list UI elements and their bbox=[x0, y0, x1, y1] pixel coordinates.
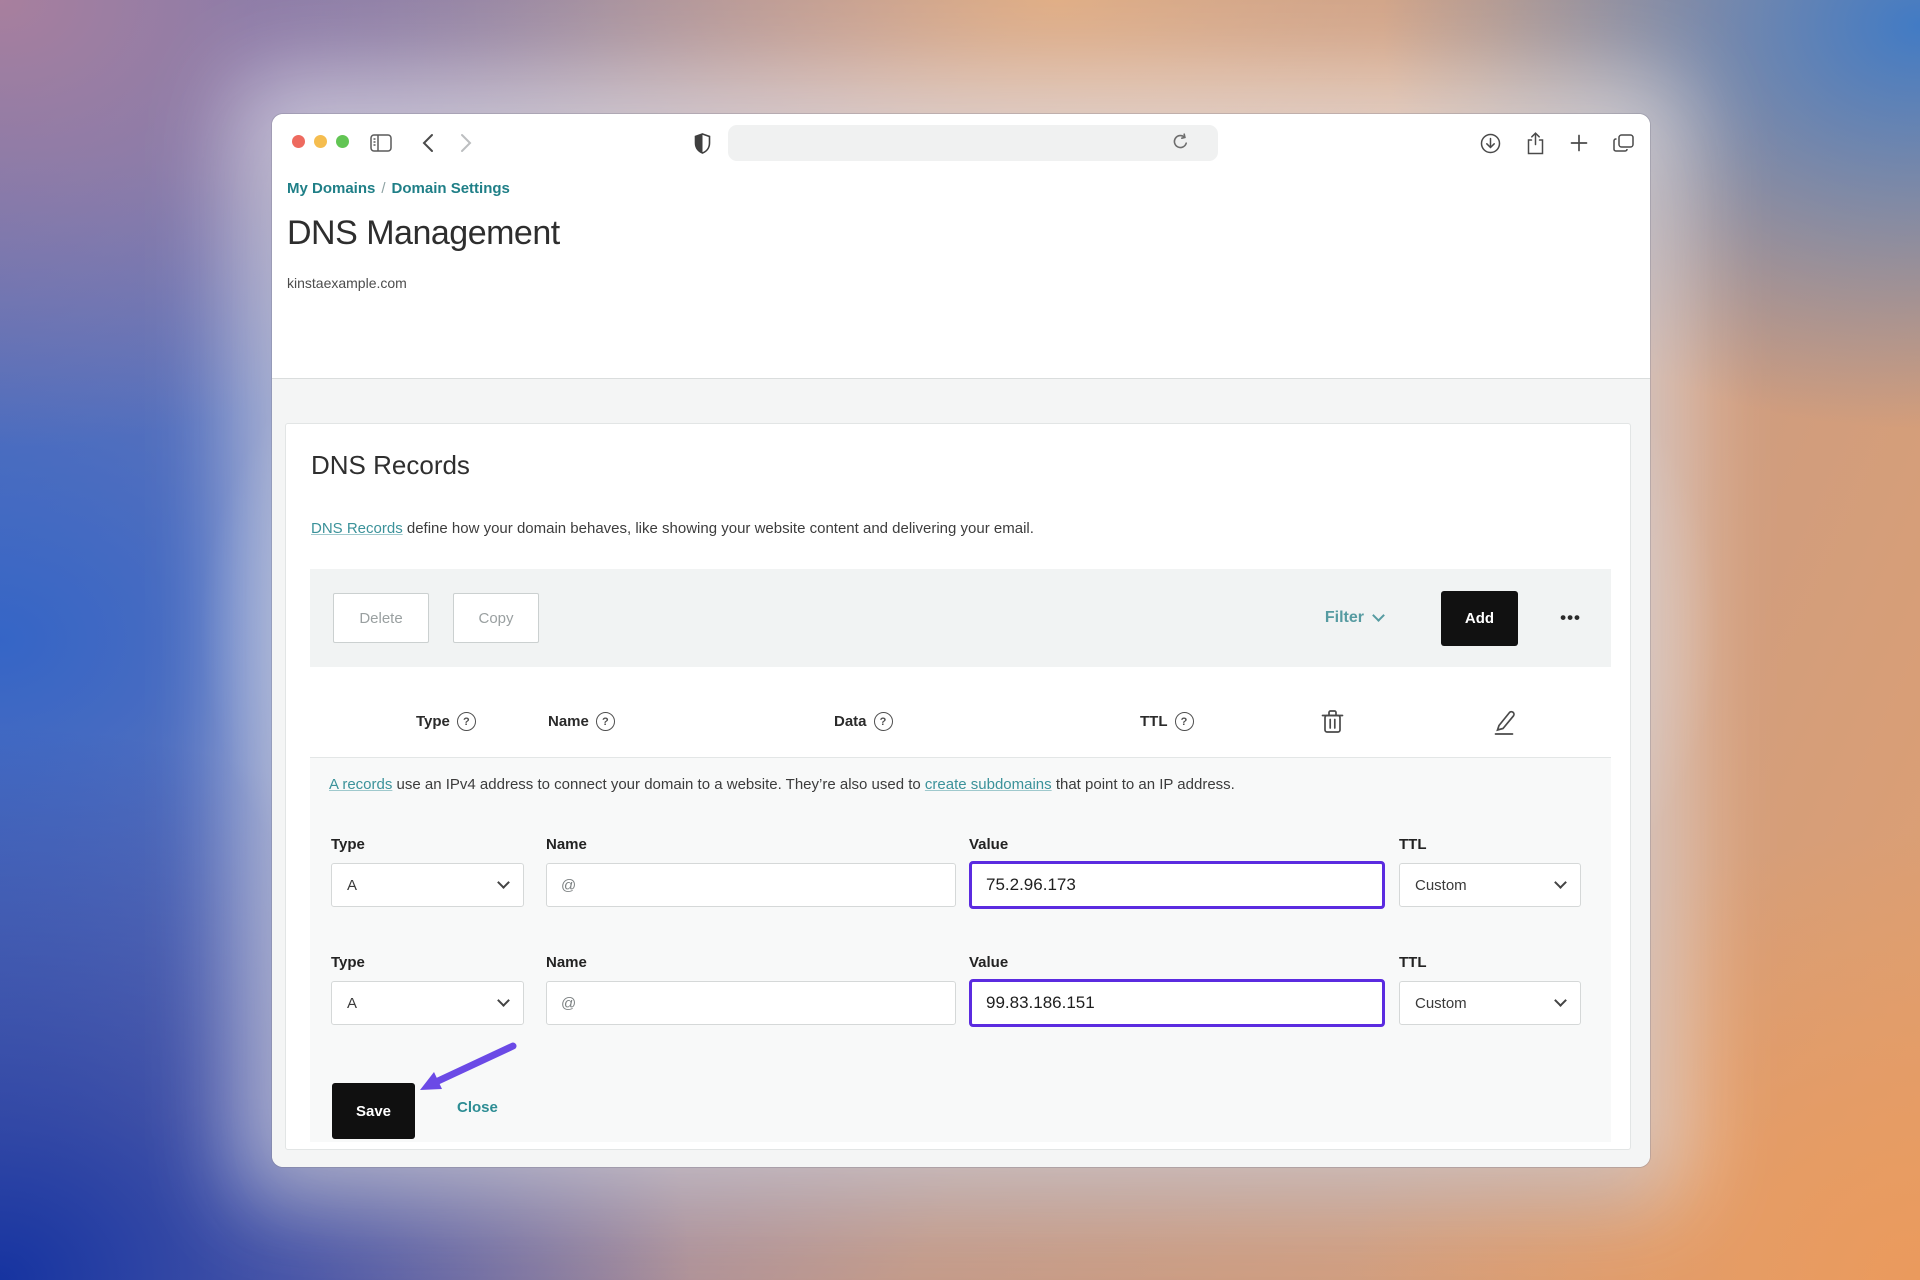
help-icon[interactable]: ? bbox=[1175, 712, 1194, 731]
type-label: Type bbox=[331, 954, 365, 971]
edit-pencil-icon[interactable] bbox=[1491, 709, 1517, 741]
trash-icon[interactable] bbox=[1321, 709, 1344, 739]
save-button[interactable]: Save bbox=[332, 1083, 415, 1139]
create-subdomains-link[interactable]: create subdomains bbox=[925, 776, 1052, 793]
type-select[interactable]: A bbox=[331, 863, 524, 907]
card-description-text: define how your domain behaves, like sho… bbox=[403, 520, 1034, 537]
value-label: Value bbox=[969, 954, 1008, 971]
delete-button[interactable]: Delete bbox=[333, 593, 429, 643]
dns-records-link[interactable]: DNS Records bbox=[311, 520, 403, 537]
type-label: Type bbox=[331, 836, 365, 853]
sidebar-toggle-icon[interactable] bbox=[370, 114, 392, 172]
a-records-info: A records use an IPv4 address to connect… bbox=[329, 776, 1235, 793]
share-icon[interactable] bbox=[1526, 132, 1545, 155]
chevron-down-icon bbox=[497, 994, 510, 1007]
close-link[interactable]: Close bbox=[457, 1099, 498, 1116]
ttl-select[interactable]: Custom bbox=[1399, 981, 1581, 1025]
value-input[interactable] bbox=[969, 979, 1385, 1027]
chevron-down-icon bbox=[1372, 609, 1385, 622]
ttl-label: TTL bbox=[1399, 954, 1427, 971]
name-label: Name bbox=[546, 836, 587, 853]
a-records-section: A records use an IPv4 address to connect… bbox=[310, 757, 1611, 1142]
back-icon[interactable] bbox=[422, 114, 434, 172]
forward-icon[interactable] bbox=[460, 114, 472, 172]
value-label: Value bbox=[969, 836, 1008, 853]
type-select[interactable]: A bbox=[331, 981, 524, 1025]
privacy-shield-icon[interactable] bbox=[694, 114, 711, 172]
address-bar[interactable] bbox=[728, 125, 1218, 161]
browser-window: My Domains/Domain Settings DNS Managemen… bbox=[272, 114, 1650, 1167]
new-tab-icon[interactable] bbox=[1570, 134, 1588, 152]
value-input[interactable] bbox=[969, 861, 1385, 909]
help-icon[interactable]: ? bbox=[596, 712, 615, 731]
add-button[interactable]: Add bbox=[1441, 591, 1518, 646]
column-type: Type ? bbox=[416, 712, 476, 731]
zoom-window-button[interactable] bbox=[336, 135, 349, 148]
tab-overview-icon[interactable] bbox=[1613, 134, 1634, 153]
close-window-button[interactable] bbox=[292, 135, 305, 148]
filter-dropdown[interactable]: Filter bbox=[1325, 569, 1383, 667]
breadcrumb-domain-settings[interactable]: Domain Settings bbox=[392, 180, 510, 197]
a-records-link[interactable]: A records bbox=[329, 776, 392, 793]
help-icon[interactable]: ? bbox=[457, 712, 476, 731]
name-input[interactable] bbox=[546, 981, 956, 1025]
domain-name: kinstaexample.com bbox=[287, 275, 1650, 291]
record-row: Type Name Value TTL A Custom bbox=[310, 836, 1611, 911]
chevron-down-icon bbox=[1554, 994, 1567, 1007]
page-title: DNS Management bbox=[287, 214, 1650, 253]
card-heading: DNS Records bbox=[311, 450, 470, 481]
browser-toolbar bbox=[272, 114, 1650, 172]
dns-records-card: DNS Records DNS Records define how your … bbox=[285, 423, 1631, 1150]
breadcrumb-my-domains[interactable]: My Domains bbox=[287, 180, 375, 197]
page-header: My Domains/Domain Settings DNS Managemen… bbox=[272, 172, 1650, 291]
annotation-arrow-icon bbox=[410, 1038, 530, 1108]
record-row: Type Name Value TTL A Custom bbox=[310, 954, 1611, 1029]
ttl-select[interactable]: Custom bbox=[1399, 863, 1581, 907]
column-ttl: TTL ? bbox=[1140, 712, 1194, 731]
downloads-icon[interactable] bbox=[1480, 133, 1501, 154]
traffic-lights bbox=[292, 135, 349, 148]
column-data: Data ? bbox=[834, 712, 893, 731]
breadcrumb-separator: / bbox=[375, 180, 391, 197]
minimize-window-button[interactable] bbox=[314, 135, 327, 148]
filter-label: Filter bbox=[1325, 609, 1364, 627]
ttl-label: TTL bbox=[1399, 836, 1427, 853]
records-table-header: Type ? Name ? Data ? TTL ? bbox=[286, 694, 1630, 757]
records-toolbar: Delete Copy Filter Add ••• bbox=[310, 569, 1611, 667]
page-content: DNS Records DNS Records define how your … bbox=[272, 378, 1650, 1167]
column-name: Name ? bbox=[548, 712, 615, 731]
chevron-down-icon bbox=[1554, 876, 1567, 889]
chevron-down-icon bbox=[497, 876, 510, 889]
help-icon[interactable]: ? bbox=[874, 712, 893, 731]
breadcrumb: My Domains/Domain Settings bbox=[287, 180, 1650, 197]
name-input[interactable] bbox=[546, 863, 956, 907]
name-label: Name bbox=[546, 954, 587, 971]
more-options-button[interactable]: ••• bbox=[1560, 569, 1581, 667]
reload-icon[interactable] bbox=[1172, 133, 1189, 151]
card-description: DNS Records define how your domain behav… bbox=[311, 520, 1034, 537]
copy-button[interactable]: Copy bbox=[453, 593, 539, 643]
